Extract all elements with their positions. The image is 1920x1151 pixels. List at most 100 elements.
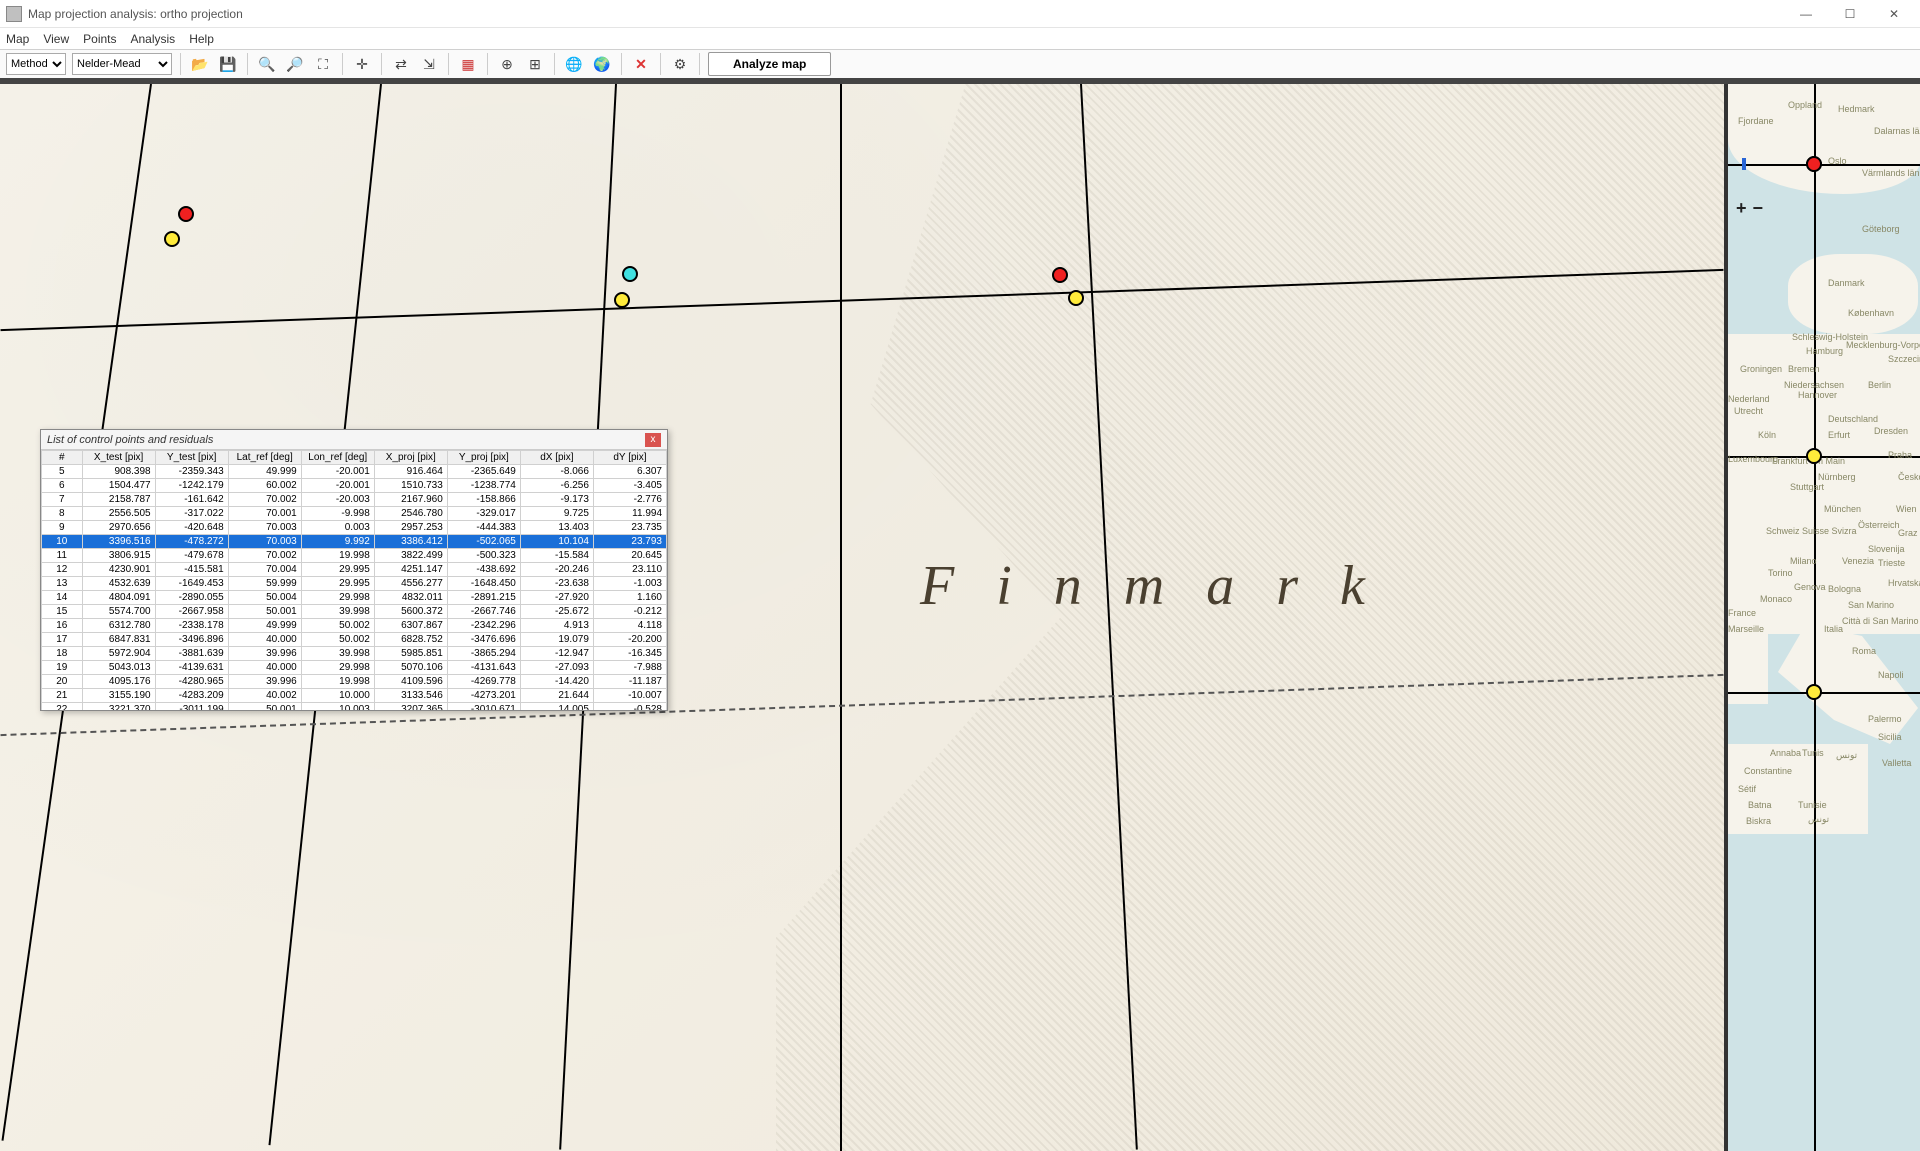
ref-land-denmark: [1788, 254, 1918, 334]
grid-icon[interactable]: ⊞: [524, 53, 546, 75]
menu-view[interactable]: View: [43, 32, 69, 46]
ref-control-point-yellow[interactable]: [1806, 448, 1822, 464]
table-row[interactable]: 72158.787-161.64270.002-20.0032167.960-1…: [42, 493, 667, 507]
toolbar-separator: [699, 53, 700, 75]
table-row[interactable]: 82556.505-317.02270.001-9.9982546.780-32…: [42, 507, 667, 521]
zoom-out-icon[interactable]: 🔎: [284, 53, 306, 75]
menu-points[interactable]: Points: [83, 32, 116, 46]
zoom-in-icon[interactable]: 🔍: [256, 53, 278, 75]
table-cell: -4283.209: [155, 689, 228, 703]
ref-map-label: Wien: [1896, 504, 1917, 514]
gear-icon[interactable]: ⚙: [669, 53, 691, 75]
toolbar-separator: [621, 53, 622, 75]
zoom-in-button[interactable]: +: [1736, 198, 1747, 219]
dialog-close-button[interactable]: x: [645, 433, 661, 447]
table-cell: 20.645: [593, 549, 666, 563]
ref-map-label: Constantine: [1744, 766, 1792, 776]
add-point-icon[interactable]: ✛: [351, 53, 373, 75]
ref-map-label: Monaco: [1760, 594, 1792, 604]
table-row[interactable]: 103396.516-478.27270.0039.9923386.412-50…: [42, 535, 667, 549]
zoom-fit-icon[interactable]: ⛶: [312, 53, 334, 75]
table-row[interactable]: 124230.901-415.58170.00429.9954251.147-4…: [42, 563, 667, 577]
table-icon[interactable]: ▦: [457, 53, 479, 75]
residuals-table-wrap[interactable]: #X_test [pix]Y_test [pix]Lat_ref [deg]Lo…: [41, 450, 667, 710]
opacity-slider-handle[interactable]: [1742, 158, 1746, 170]
table-header[interactable]: X_proj [pix]: [374, 451, 447, 465]
ref-map-label: Fjordane: [1738, 116, 1774, 126]
window-maximise-button[interactable]: ☐: [1830, 3, 1870, 25]
table-cell: 17: [42, 633, 83, 647]
window-close-button[interactable]: ✕: [1874, 3, 1914, 25]
analyze-map-button[interactable]: Analyze map: [708, 52, 831, 76]
table-cell: 19.079: [520, 633, 593, 647]
menu-bar: Map View Points Analysis Help: [0, 28, 1920, 50]
table-cell: -4131.643: [447, 661, 520, 675]
table-cell: 1.160: [593, 591, 666, 605]
toolbar-separator: [660, 53, 661, 75]
table-header[interactable]: X_test [pix]: [82, 451, 155, 465]
menu-help[interactable]: Help: [189, 32, 214, 46]
table-row[interactable]: 92970.656-420.64870.0030.0032957.253-444…: [42, 521, 667, 535]
table-row[interactable]: 213155.190-4283.20940.00210.0003133.546-…: [42, 689, 667, 703]
table-cell: 70.003: [228, 521, 301, 535]
method-select[interactable]: Method M7: [6, 53, 66, 75]
table-header[interactable]: Y_proj [pix]: [447, 451, 520, 465]
table-header[interactable]: Lat_ref [deg]: [228, 451, 301, 465]
table-row[interactable]: 185972.904-3881.63939.99639.9985985.851-…: [42, 647, 667, 661]
algorithm-select[interactable]: Nelder-Mead: [72, 53, 172, 75]
ref-map-label: Nederland: [1728, 394, 1770, 404]
table-cell: -317.022: [155, 507, 228, 521]
control-point-cyan[interactable]: [622, 266, 638, 282]
table-row[interactable]: 166312.780-2338.17849.99950.0026307.867-…: [42, 619, 667, 633]
menu-map[interactable]: Map: [6, 32, 29, 46]
table-row[interactable]: 5908.398-2359.34349.999-20.001916.464-23…: [42, 465, 667, 479]
window-minimise-button[interactable]: —: [1786, 3, 1826, 25]
link-point-icon[interactable]: ⊕: [496, 53, 518, 75]
reproject-icon[interactable]: ⇲: [418, 53, 440, 75]
table-row[interactable]: 204095.176-4280.96539.99619.9984109.596-…: [42, 675, 667, 689]
table-cell: -20.001: [301, 465, 374, 479]
table-row[interactable]: 61504.477-1242.17960.002-20.0011510.733-…: [42, 479, 667, 493]
save-icon[interactable]: 💾: [217, 53, 239, 75]
toolbar-separator: [247, 53, 248, 75]
table-row[interactable]: 176847.831-3496.89640.00050.0026828.752-…: [42, 633, 667, 647]
control-point-yellow[interactable]: [614, 292, 630, 308]
control-point-red[interactable]: [1052, 267, 1068, 283]
table-cell: 2167.960: [374, 493, 447, 507]
table-header[interactable]: dY [pix]: [593, 451, 666, 465]
ref-land-italy: [1778, 624, 1918, 744]
control-point-red[interactable]: [178, 206, 194, 222]
ref-control-point-yellow[interactable]: [1806, 684, 1822, 700]
table-cell: 9: [42, 521, 83, 535]
table-row[interactable]: 195043.013-4139.63140.00029.9985070.106-…: [42, 661, 667, 675]
ref-map-label: Annaba: [1770, 748, 1801, 758]
globe-grid-icon[interactable]: 🌍: [591, 53, 613, 75]
table-cell: -9.173: [520, 493, 593, 507]
control-point-yellow[interactable]: [1068, 290, 1084, 306]
dialog-title-bar[interactable]: List of control points and residuals x: [41, 430, 667, 450]
table-row[interactable]: 134532.639-1649.45359.99929.9954556.277-…: [42, 577, 667, 591]
control-point-yellow[interactable]: [164, 231, 180, 247]
ref-map-label: Hrvatska: [1888, 578, 1920, 588]
table-cell: 3133.546: [374, 689, 447, 703]
ref-map-label: Slovenija: [1868, 544, 1905, 554]
table-row[interactable]: 223221.370-3011.19950.00110.0033207.365-…: [42, 703, 667, 711]
table-cell: -329.017: [447, 507, 520, 521]
move-point-icon[interactable]: ⇄: [390, 53, 412, 75]
globe-outline-icon[interactable]: 🌐: [563, 53, 585, 75]
open-file-icon[interactable]: 📂: [189, 53, 211, 75]
table-header[interactable]: #: [42, 451, 83, 465]
table-row[interactable]: 155574.700-2667.95850.00139.9985600.372-…: [42, 605, 667, 619]
menu-analysis[interactable]: Analysis: [131, 32, 176, 46]
table-cell: -7.988: [593, 661, 666, 675]
table-header[interactable]: Y_test [pix]: [155, 451, 228, 465]
zoom-out-button[interactable]: −: [1753, 198, 1764, 219]
reference-map-panel[interactable]: + − FjordaneOpplandHedmarkDalarnas länOs…: [1728, 84, 1920, 1151]
table-row[interactable]: 113806.915-479.67870.00219.9983822.499-5…: [42, 549, 667, 563]
table-header[interactable]: dX [pix]: [520, 451, 593, 465]
table-cell: 4.913: [520, 619, 593, 633]
table-row[interactable]: 144804.091-2890.05550.00429.9984832.011-…: [42, 591, 667, 605]
table-header[interactable]: Lon_ref [deg]: [301, 451, 374, 465]
ref-control-point-red[interactable]: [1806, 156, 1822, 172]
delete-icon[interactable]: ✕: [630, 53, 652, 75]
